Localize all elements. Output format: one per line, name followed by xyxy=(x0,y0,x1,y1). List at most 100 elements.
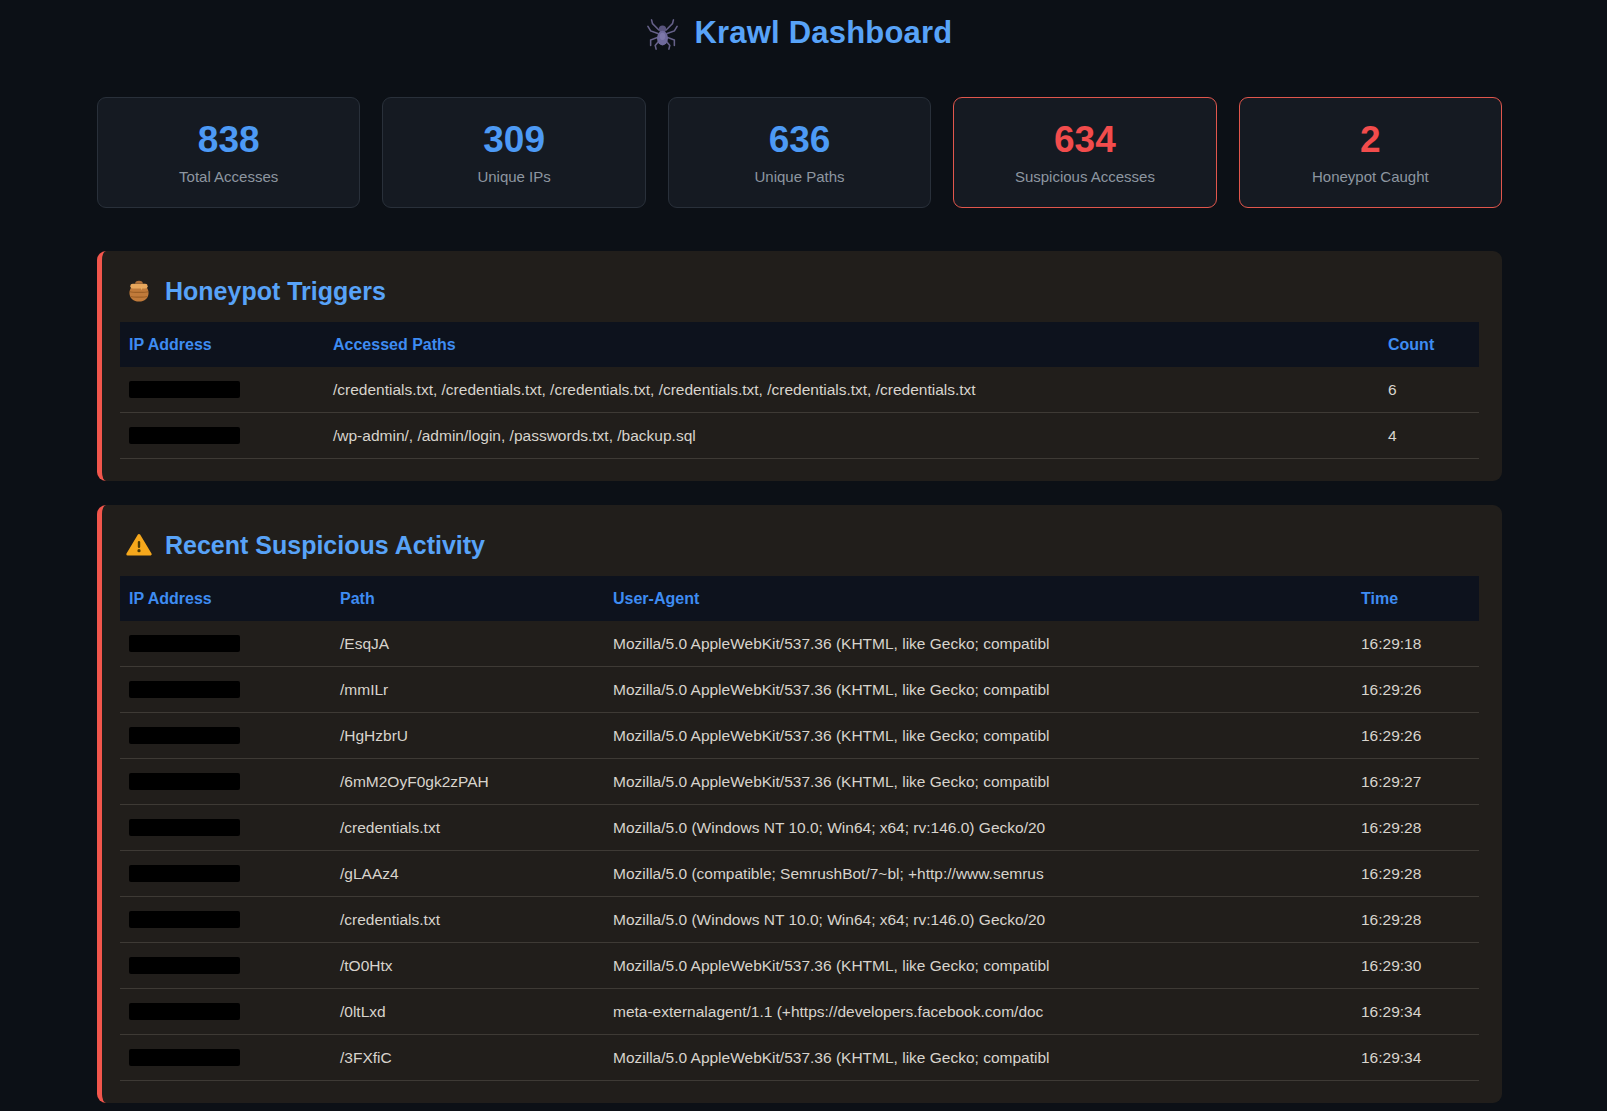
suspicious-table: IP AddressPathUser-AgentTime /EsqJAMozil… xyxy=(120,576,1479,1081)
stat-label: Unique Paths xyxy=(754,168,844,185)
suspicious-row: /credentials.txtMozilla/5.0 (Windows NT … xyxy=(120,897,1479,943)
stat-label: Suspicious Accesses xyxy=(1015,168,1155,185)
redacted-ip-bar xyxy=(129,727,240,744)
honeypot-title-text: Honeypot Triggers xyxy=(165,275,386,307)
honeypot-table-header-row: IP AddressAccessed PathsCount xyxy=(120,322,1479,367)
user-agent-cell: Mozilla/5.0 AppleWebKit/537.36 (KHTML, l… xyxy=(604,759,1352,805)
honeypot-table: IP AddressAccessed PathsCount /credentia… xyxy=(120,322,1479,459)
accessed-paths-cell: /credentials.txt, /credentials.txt, /cre… xyxy=(324,367,1379,413)
stat-card-unique-ips: 309 Unique IPs xyxy=(382,97,645,208)
suspicious-row: /EsqJAMozilla/5.0 AppleWebKit/537.36 (KH… xyxy=(120,621,1479,667)
stat-value: 636 xyxy=(769,120,831,160)
redacted-ip-bar xyxy=(129,1003,240,1020)
column-header-ip-address: IP Address xyxy=(120,576,331,621)
time-cell: 16:29:28 xyxy=(1352,897,1479,943)
count-cell: 4 xyxy=(1379,413,1479,459)
column-header-accessed-paths: Accessed Paths xyxy=(324,322,1379,367)
path-cell: /3FXfiC xyxy=(331,1035,604,1081)
ip-address-cell xyxy=(120,413,324,459)
path-cell: /tO0Htx xyxy=(331,943,604,989)
stat-value: 2 xyxy=(1360,120,1381,160)
honeypot-section-title: Honeypot Triggers xyxy=(120,275,1479,307)
redacted-ip-bar xyxy=(129,957,240,974)
ip-address-cell xyxy=(120,1035,331,1081)
ip-address-cell xyxy=(120,805,331,851)
honeypot-row: /wp-admin/, /admin/login, /passwords.txt… xyxy=(120,413,1479,459)
page-header: Krawl Dashboard xyxy=(97,0,1502,53)
path-cell: /credentials.txt xyxy=(331,805,604,851)
user-agent-cell: Mozilla/5.0 (Windows NT 10.0; Win64; x64… xyxy=(604,897,1352,943)
time-cell: 16:29:26 xyxy=(1352,667,1479,713)
ip-address-cell xyxy=(120,367,324,413)
path-cell: /credentials.txt xyxy=(331,897,604,943)
redacted-ip-bar xyxy=(129,635,240,652)
path-cell: /6mM2OyF0gk2zPAH xyxy=(331,759,604,805)
honeypot-section: Honeypot Triggers IP AddressAccessed Pat… xyxy=(97,251,1502,481)
stat-value: 309 xyxy=(483,120,545,160)
stat-card-unique-paths: 636 Unique Paths xyxy=(668,97,931,208)
user-agent-cell: Mozilla/5.0 AppleWebKit/537.36 (KHTML, l… xyxy=(604,1035,1352,1081)
stat-card-honeypot-caught: 2 Honeypot Caught xyxy=(1239,97,1502,208)
ip-address-cell xyxy=(120,621,331,667)
redacted-ip-bar xyxy=(129,819,240,836)
stat-label: Unique IPs xyxy=(477,168,550,185)
time-cell: 16:29:28 xyxy=(1352,851,1479,897)
ip-address-cell xyxy=(120,713,331,759)
stat-card-total-accesses: 838 Total Accesses xyxy=(97,97,360,208)
suspicious-row: /0ltLxdmeta-externalagent/1.1 (+https://… xyxy=(120,989,1479,1035)
redacted-ip-bar xyxy=(129,865,240,882)
time-cell: 16:29:18 xyxy=(1352,621,1479,667)
honeypot-row: /credentials.txt, /credentials.txt, /cre… xyxy=(120,367,1479,413)
suspicious-row: /HgHzbrUMozilla/5.0 AppleWebKit/537.36 (… xyxy=(120,713,1479,759)
stat-cards: 838 Total Accesses 309 Unique IPs 636 Unique … xyxy=(97,97,1502,208)
time-cell: 16:29:27 xyxy=(1352,759,1479,805)
suspicious-row: /credentials.txtMozilla/5.0 (Windows NT … xyxy=(120,805,1479,851)
user-agent-cell: meta-externalagent/1.1 (+https://develop… xyxy=(604,989,1352,1035)
accessed-paths-cell: /wp-admin/, /admin/login, /passwords.txt… xyxy=(324,413,1379,459)
stat-value: 838 xyxy=(198,120,260,160)
time-cell: 16:29:26 xyxy=(1352,713,1479,759)
redacted-ip-bar xyxy=(129,1049,240,1066)
ip-address-cell xyxy=(120,759,331,805)
page-title: Krawl Dashboard xyxy=(695,15,953,51)
ip-address-cell xyxy=(120,989,331,1035)
count-cell: 6 xyxy=(1379,367,1479,413)
path-cell: /mmILr xyxy=(331,667,604,713)
ip-address-cell xyxy=(120,897,331,943)
user-agent-cell: Mozilla/5.0 AppleWebKit/537.36 (KHTML, l… xyxy=(604,621,1352,667)
stat-value: 634 xyxy=(1054,120,1116,160)
user-agent-cell: Mozilla/5.0 AppleWebKit/537.36 (KHTML, l… xyxy=(604,667,1352,713)
ip-address-cell xyxy=(120,943,331,989)
user-agent-cell: Mozilla/5.0 (Windows NT 10.0; Win64; x64… xyxy=(604,805,1352,851)
honeypot-icon xyxy=(126,278,152,304)
stat-card-suspicious-accesses: 634 Suspicious Accesses xyxy=(953,97,1216,208)
dashboard: Krawl Dashboard 838 Total Accesses 309 Uniq… xyxy=(97,0,1502,1103)
warning-icon xyxy=(126,532,152,558)
redacted-ip-bar xyxy=(129,427,240,444)
suspicious-row: /mmILrMozilla/5.0 AppleWebKit/537.36 (KH… xyxy=(120,667,1479,713)
stat-label: Total Accesses xyxy=(179,168,278,185)
user-agent-cell: Mozilla/5.0 (compatible; SemrushBot/7~bl… xyxy=(604,851,1352,897)
redacted-ip-bar xyxy=(129,381,240,398)
path-cell: /EsqJA xyxy=(331,621,604,667)
user-agent-cell: Mozilla/5.0 AppleWebKit/537.36 (KHTML, l… xyxy=(604,943,1352,989)
time-cell: 16:29:34 xyxy=(1352,989,1479,1035)
ip-address-cell xyxy=(120,667,331,713)
stat-label: Honeypot Caught xyxy=(1312,168,1429,185)
suspicious-section: Recent Suspicious Activity IP AddressPat… xyxy=(97,505,1502,1103)
suspicious-row: /gLAAz4Mozilla/5.0 (compatible; SemrushB… xyxy=(120,851,1479,897)
column-header-count: Count xyxy=(1379,322,1479,367)
spider-icon xyxy=(647,19,678,50)
suspicious-section-title: Recent Suspicious Activity xyxy=(120,529,1479,561)
redacted-ip-bar xyxy=(129,773,240,790)
column-header-path: Path xyxy=(331,576,604,621)
redacted-ip-bar xyxy=(129,911,240,928)
suspicious-table-header-row: IP AddressPathUser-AgentTime xyxy=(120,576,1479,621)
path-cell: /HgHzbrU xyxy=(331,713,604,759)
suspicious-row: /tO0HtxMozilla/5.0 AppleWebKit/537.36 (K… xyxy=(120,943,1479,989)
redacted-ip-bar xyxy=(129,681,240,698)
column-header-time: Time xyxy=(1352,576,1479,621)
ip-address-cell xyxy=(120,851,331,897)
path-cell: /0ltLxd xyxy=(331,989,604,1035)
user-agent-cell: Mozilla/5.0 AppleWebKit/537.36 (KHTML, l… xyxy=(604,713,1352,759)
